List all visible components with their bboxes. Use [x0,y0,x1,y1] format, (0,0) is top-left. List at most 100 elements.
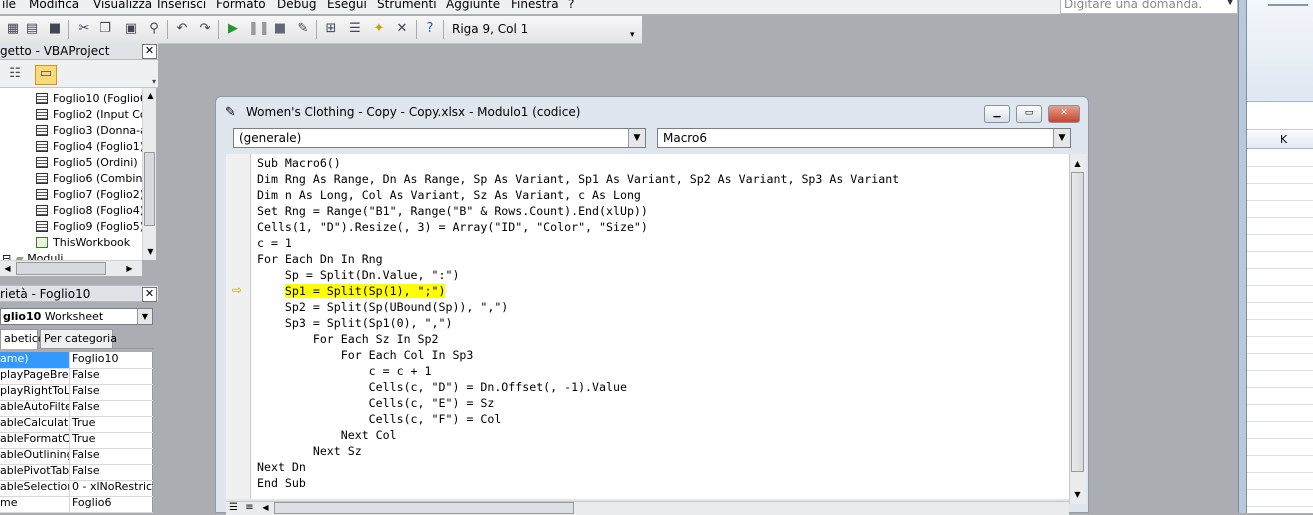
tree-item[interactable]: Foglio3 (Donna-a [36,124,142,140]
excel-formula-bar[interactable] [1247,118,1313,130]
code-line: Set Rng = Range("B1", Range("B" & Rows.C… [257,204,648,218]
insert-module-icon[interactable]: ▤ [24,21,40,37]
excel-minimize-icon[interactable] [1268,4,1308,14]
scroll-up-icon[interactable]: ▲ [1070,156,1085,171]
toggle-folders-icon[interactable]: ▭ [35,65,57,85]
expand-icon[interactable]: ⊟ [2,252,11,260]
sheet-icon [36,125,48,136]
chevron-down-icon[interactable]: ▼ [137,309,152,324]
object-combo[interactable]: (generale) ▼ [233,128,646,148]
close-icon[interactable]: ✕ [142,287,157,302]
undo-icon[interactable]: ↶ [174,21,190,37]
scroll-thumb[interactable] [1071,172,1084,472]
pause-icon[interactable]: ❚❚ [248,21,270,37]
grid-line [1247,251,1313,252]
property-row[interactable]: ableAutoFilter False [0,400,153,417]
code-line: Cells(c, "F") = Col [257,412,502,426]
menu-file[interactable]: ile [2,0,16,11]
view-object-icon[interactable]: ☷ [7,66,23,82]
tree-folder[interactable]: ⊟ ▰ Moduli [2,252,63,260]
scroll-up-icon[interactable]: ▲ [143,88,158,103]
toolbar-options-icon[interactable]: ▾ [630,30,635,40]
find-icon[interactable]: ⚲ [146,21,162,37]
menu-finestra[interactable]: Finestra [511,0,559,11]
code-line: Sub Macro6() [257,156,341,170]
properties-titlebar[interactable]: rietà - Foglio10 ✕ [0,285,158,302]
tree-item[interactable]: ThisWorkbook [36,236,130,252]
tree-item[interactable]: Foglio9 (Foglio5) [36,220,142,236]
scroll-left-icon[interactable]: ◀ [0,261,15,276]
scroll-thumb[interactable] [274,502,574,514]
close-icon[interactable]: ✕ [1048,105,1080,123]
tree-item[interactable]: Foglio10 (Foglio6 [36,92,142,108]
property-row[interactable]: ame) Foglio10 [0,352,153,369]
minimize-icon[interactable]: ▁ [984,105,1010,123]
property-row[interactable]: playRightToLefFalse [0,384,153,401]
excel-column-header[interactable]: K [1247,131,1313,149]
properties-window-icon[interactable]: ☰ [347,21,363,37]
procedure-combo[interactable]: Macro6 ▼ [657,128,1071,148]
scroll-thumb[interactable] [144,152,155,226]
run-icon[interactable]: ▶ [225,21,241,37]
close-icon[interactable]: ✕ [142,44,157,59]
toolbox-icon[interactable]: ✕ [394,21,410,37]
help-icon[interactable]: ? [422,21,438,37]
design-mode-icon[interactable]: ✎ [295,21,311,37]
maximize-icon[interactable]: ▭ [1016,105,1042,123]
copy-icon[interactable]: ❐ [97,21,113,37]
cut-icon[interactable]: ✂ [76,21,92,37]
object-select[interactable]: glio10 Worksheet ▼ [0,308,153,325]
sheet-icon [36,109,48,120]
object-browser-icon[interactable]: ✦ [371,21,387,37]
tree-item[interactable]: Foglio7 (Foglio2) [36,188,142,204]
property-row[interactable]: ableCalculationTrue [0,416,153,433]
menu-visualizza[interactable]: Visualizza [93,0,152,11]
window-divider [1238,0,1247,513]
project-explorer-icon[interactable]: ⊞ [323,21,339,37]
tree-item[interactable]: Foglio6 (Combina [36,172,142,188]
redo-icon[interactable]: ↷ [197,21,213,37]
property-row[interactable]: ableSelection 0 - xlNoRestricti [0,480,153,497]
help-search-box[interactable]: Digitare una domanda. ▼ [1060,0,1238,14]
chevron-down-icon[interactable]: ▼ [1053,129,1070,147]
property-row[interactable]: playPageBreakFalse [0,368,153,385]
scroll-down-icon[interactable]: ▼ [1070,487,1085,502]
property-row[interactable]: ableOutlining False [0,448,153,465]
menu-inserisci[interactable]: Inserisci [157,0,206,11]
tree-item[interactable]: Foglio2 (Input Co [36,108,142,124]
column-label: K [1280,133,1288,146]
code-editor[interactable]: Sub Macro6() Dim Rng As Range, Dn As Ran… [251,154,1069,499]
object-name: glio10 [3,310,42,323]
menu-modifica[interactable]: Modifica [29,0,79,11]
project-tree-vscroll[interactable]: ▲ ▼ [142,88,156,260]
menu-debug[interactable]: Debug [277,0,316,11]
menu-help[interactable]: ? [568,0,574,11]
menu-aggiunte[interactable]: Aggiunte [446,0,500,11]
tree-item[interactable]: Foglio4 (Foglio1) [36,140,142,156]
project-tree-hscroll[interactable]: ◀ ▶ [0,260,142,276]
scroll-thumb[interactable] [16,262,106,275]
scroll-down-icon[interactable]: ▼ [143,244,158,259]
save-icon[interactable]: ■ [47,21,63,37]
project-explorer-titlebar[interactable]: getto - VBAProject ✕ [0,43,158,60]
sheet-icon [36,157,48,168]
chevron-down-icon[interactable]: ▼ [628,129,645,147]
paste-icon[interactable]: ▣ [123,21,139,37]
property-row[interactable]: me Foglio6 [0,496,153,513]
menu-strumenti[interactable]: Strumenti [377,0,437,11]
menu-esegui[interactable]: Esegui [327,0,367,11]
menu-formato[interactable]: Formato [216,0,266,11]
code-vscroll[interactable]: ▲ ▼ [1069,154,1086,504]
tree-item[interactable]: Foglio8 (Foglio4) [36,204,142,220]
excel-view-icon[interactable]: ▦ [5,21,21,37]
property-row[interactable]: ableFormatConTrue [0,432,153,449]
reset-icon[interactable]: ■ [272,21,288,37]
code-line: Sp3 = Split(Sp1(0), ",") [257,316,453,330]
tab-alphabetic[interactable]: abetico [0,329,45,349]
tree-item[interactable]: Foglio5 (Ordini) [36,156,138,172]
scroll-right-icon[interactable]: ▶ [122,261,137,276]
chevron-down-icon[interactable]: ▼ [1226,0,1234,7]
tab-category[interactable]: Per categoria [40,329,117,348]
code-margin[interactable]: ⇨ [226,154,251,499]
property-row[interactable]: ablePivotTableFalse [0,464,153,481]
